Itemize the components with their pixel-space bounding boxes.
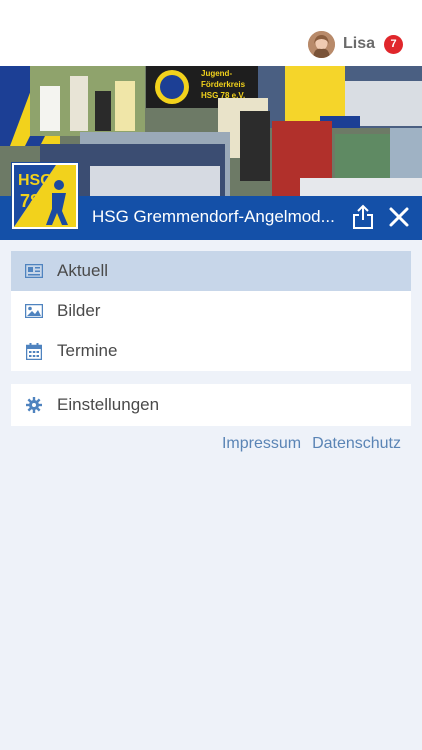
calendar-icon <box>25 342 43 360</box>
datenschutz-link[interactable]: Datenschutz <box>312 435 401 453</box>
impressum-link[interactable]: Impressum <box>222 435 301 453</box>
share-icon <box>353 204 373 229</box>
club-logo: HSG 78 <box>11 162 79 230</box>
footer-links: Impressum Datenschutz <box>222 435 401 453</box>
menu-item-aktuell[interactable]: Aktuell <box>11 251 411 291</box>
menu-item-bilder[interactable]: Bilder <box>11 291 411 331</box>
notification-badge[interactable]: 7 <box>384 34 403 54</box>
menu-item-label: Termine <box>57 341 118 360</box>
primary-menu: Aktuell Bilder Termine <box>11 251 411 371</box>
svg-text:78: 78 <box>20 191 40 211</box>
menu-item-termine[interactable]: Termine <box>11 331 411 371</box>
user-name[interactable]: Lisa <box>343 35 375 53</box>
close-icon <box>389 207 409 227</box>
gear-icon <box>25 396 43 414</box>
close-button[interactable] <box>388 206 410 228</box>
avatar[interactable] <box>307 30 335 58</box>
user-profile[interactable]: Lisa 7 <box>307 30 403 58</box>
menu-item-label: Einstellungen <box>57 395 160 414</box>
banner-sign-line-1: Jugend- <box>201 69 232 78</box>
svg-text:HSG: HSG <box>18 172 53 189</box>
share-button[interactable] <box>351 204 375 230</box>
banner-sign-line-2: Förderkreis <box>201 80 246 89</box>
menu-item-label: Aktuell <box>57 261 109 280</box>
menu-item-einstellungen[interactable]: Einstellungen <box>11 384 411 426</box>
top-bar: Lisa 7 <box>0 0 422 66</box>
newspaper-icon <box>25 262 43 280</box>
menu-item-label: Bilder <box>57 301 101 320</box>
club-title: HSG Gremmendorf-Angelmod... <box>92 207 335 226</box>
secondary-menu: Einstellungen <box>11 384 411 426</box>
image-icon <box>25 302 43 320</box>
